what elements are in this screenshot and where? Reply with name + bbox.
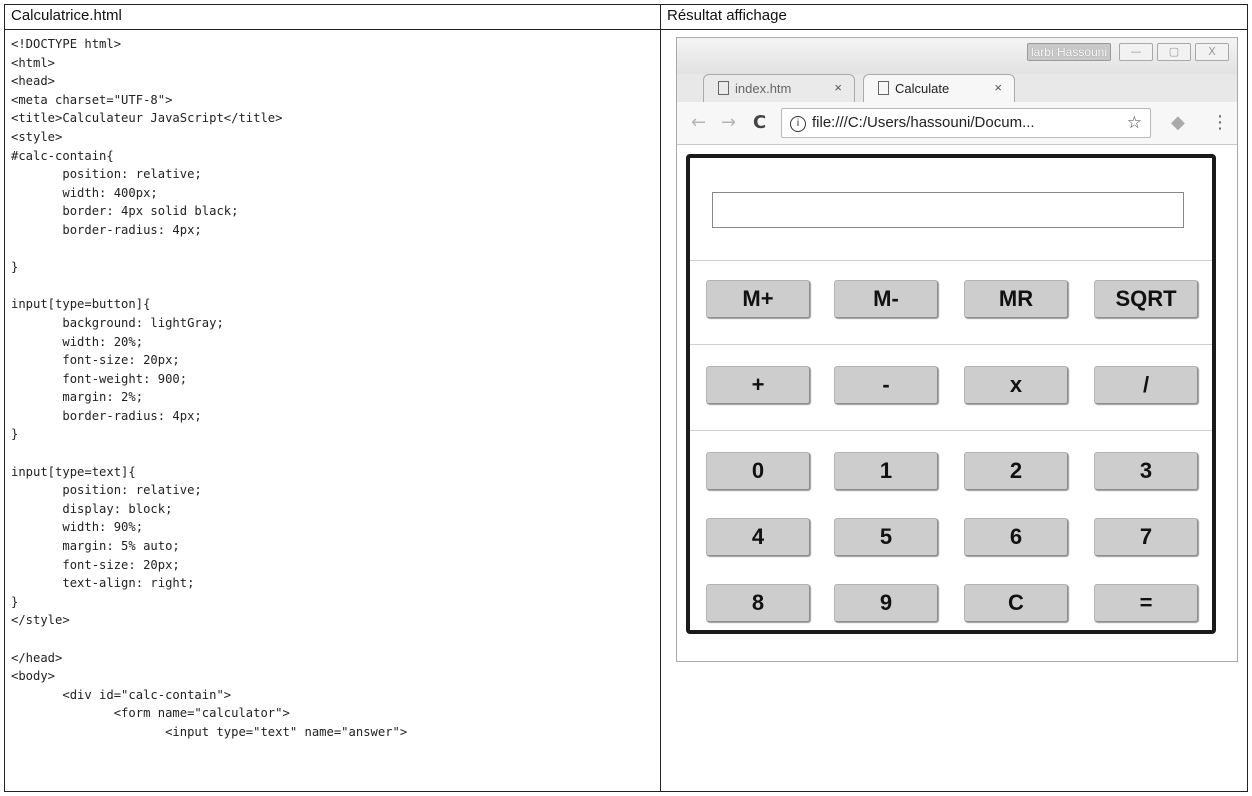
code-line: width: 90%;: [11, 520, 144, 535]
result-column: Résultat affichage larbi Hassouni — ▢ X …: [660, 4, 1248, 792]
code-line: width: 400px;: [11, 185, 158, 200]
code-column: Calculatrice.html <!DOCTYPE html> <html> <…: [4, 4, 661, 792]
digit-7-button[interactable]: 7: [1094, 518, 1198, 556]
address-text: file:///C:/Users/hassouni/Docum...: [812, 114, 1035, 131]
digit-3-button[interactable]: 3: [1094, 452, 1198, 490]
code-line: font-weight: 900;: [11, 371, 188, 386]
plus-button[interactable]: +: [706, 366, 810, 404]
digit-6-button[interactable]: 6: [964, 518, 1068, 556]
digit-9-button[interactable]: 9: [834, 584, 938, 622]
digit-4-button[interactable]: 4: [706, 518, 810, 556]
code-column-heading: Calculatrice.html: [5, 5, 660, 30]
divide-button[interactable]: /: [1094, 366, 1198, 404]
code-line: <style>: [11, 129, 63, 144]
profile-badge[interactable]: larbi Hassouni: [1027, 43, 1111, 61]
memory-add-button[interactable]: M+: [706, 280, 810, 318]
code-line: width: 20%;: [11, 334, 144, 349]
code-line: <body>: [11, 669, 56, 684]
answer-input[interactable]: [712, 192, 1184, 228]
row-divider: [690, 260, 1212, 261]
tab-label: index.htm: [735, 81, 792, 96]
row-divider: [690, 344, 1212, 345]
code-line: background: lightGray;: [11, 315, 224, 330]
code-line: margin: 2%;: [11, 390, 144, 405]
clear-button[interactable]: C: [964, 584, 1068, 622]
code-line: input[type=text]{: [11, 464, 136, 479]
code-line: <meta charset="UTF-8">: [11, 92, 173, 107]
tab-calculatrice[interactable]: Calculate ×: [863, 74, 1015, 102]
code-line: }: [11, 427, 19, 442]
digit-2-button[interactable]: 2: [964, 452, 1068, 490]
document-icon: [718, 81, 729, 95]
code-listing: <!DOCTYPE html> <html> <head> <meta charset…: [11, 35, 656, 791]
minus-button[interactable]: -: [834, 366, 938, 404]
digit-1-button[interactable]: 1: [834, 452, 938, 490]
extension-icon[interactable]: ◆: [1171, 112, 1185, 133]
tab-index[interactable]: index.htm ×: [703, 74, 855, 102]
code-line: <html>: [11, 55, 56, 70]
code-line: position: relative;: [11, 483, 202, 498]
maximize-button[interactable]: ▢: [1157, 43, 1191, 61]
multiply-button[interactable]: x: [964, 366, 1068, 404]
menu-icon[interactable]: ⋮: [1211, 112, 1229, 133]
code-line: <form name="calculator">: [11, 706, 290, 721]
code-line: border-radius: 4px;: [11, 408, 202, 423]
browser-toolbar: ← → C i file:///C:/Users/hassouni/Docum..…: [677, 102, 1237, 145]
code-line: font-size: 20px;: [11, 557, 180, 572]
bookmark-star-icon[interactable]: ☆: [1127, 113, 1142, 133]
window-controls: — ▢ X: [1119, 43, 1229, 61]
reload-icon[interactable]: C: [753, 112, 766, 133]
code-line: <input type="text" name="answer">: [11, 724, 408, 739]
code-line: display: block;: [11, 501, 173, 516]
code-line: <div id="calc-contain">: [11, 687, 232, 702]
memory-subtract-button[interactable]: M-: [834, 280, 938, 318]
tab-strip: index.htm × Calculate ×: [703, 74, 1023, 102]
digit-0-button[interactable]: 0: [706, 452, 810, 490]
minimize-button[interactable]: —: [1119, 43, 1153, 61]
equals-button[interactable]: =: [1094, 584, 1198, 622]
tab-label: Calculate: [895, 81, 950, 96]
browser-titlebar: larbi Hassouni — ▢ X: [677, 38, 1237, 74]
code-line: <title>Calculateur JavaScript</title>: [11, 111, 283, 126]
row-divider: [690, 430, 1212, 431]
forward-arrow-icon[interactable]: →: [721, 112, 736, 133]
code-line: #calc-contain{: [11, 148, 114, 163]
code-line: </head>: [11, 650, 63, 665]
code-line: input[type=button]{: [11, 297, 151, 312]
memory-recall-button[interactable]: MR: [964, 280, 1068, 318]
digit-8-button[interactable]: 8: [706, 584, 810, 622]
calc-container: M+ M- MR SQRT + - x / 0 1 2 3 4 5 6 7 8 9 C =: [686, 154, 1216, 634]
document-icon: [878, 81, 889, 95]
code-line: }: [11, 260, 19, 275]
document-table: Calculatrice.html <!DOCTYPE html> <html> <…: [4, 4, 1248, 792]
page-viewport: M+ M- MR SQRT + - x / 0 1 2 3 4 5 6 7 8 9 C =: [677, 145, 1237, 661]
code-line: <head>: [11, 74, 56, 89]
code-line: }: [11, 594, 19, 609]
code-line: </style>: [11, 613, 70, 628]
code-line: text-align: right;: [11, 576, 195, 591]
result-column-heading: Résultat affichage: [661, 5, 1247, 30]
tab-close-icon[interactable]: ×: [834, 80, 842, 95]
code-line: <!DOCTYPE html>: [11, 37, 122, 51]
close-window-button[interactable]: X: [1195, 43, 1229, 61]
digit-5-button[interactable]: 5: [834, 518, 938, 556]
sqrt-button[interactable]: SQRT: [1094, 280, 1198, 318]
back-arrow-icon[interactable]: ←: [691, 112, 706, 133]
code-line: margin: 5% auto;: [11, 539, 180, 554]
code-line: position: relative;: [11, 167, 202, 182]
browser-window: larbi Hassouni — ▢ X index.htm × Calcula…: [676, 37, 1238, 662]
code-line: font-size: 20px;: [11, 353, 180, 368]
code-line: border: 4px solid black;: [11, 204, 239, 219]
tab-close-icon[interactable]: ×: [994, 80, 1002, 95]
address-bar[interactable]: i file:///C:/Users/hassouni/Docum... ☆: [781, 108, 1151, 138]
info-icon[interactable]: i: [790, 116, 806, 132]
code-line: border-radius: 4px;: [11, 222, 202, 237]
